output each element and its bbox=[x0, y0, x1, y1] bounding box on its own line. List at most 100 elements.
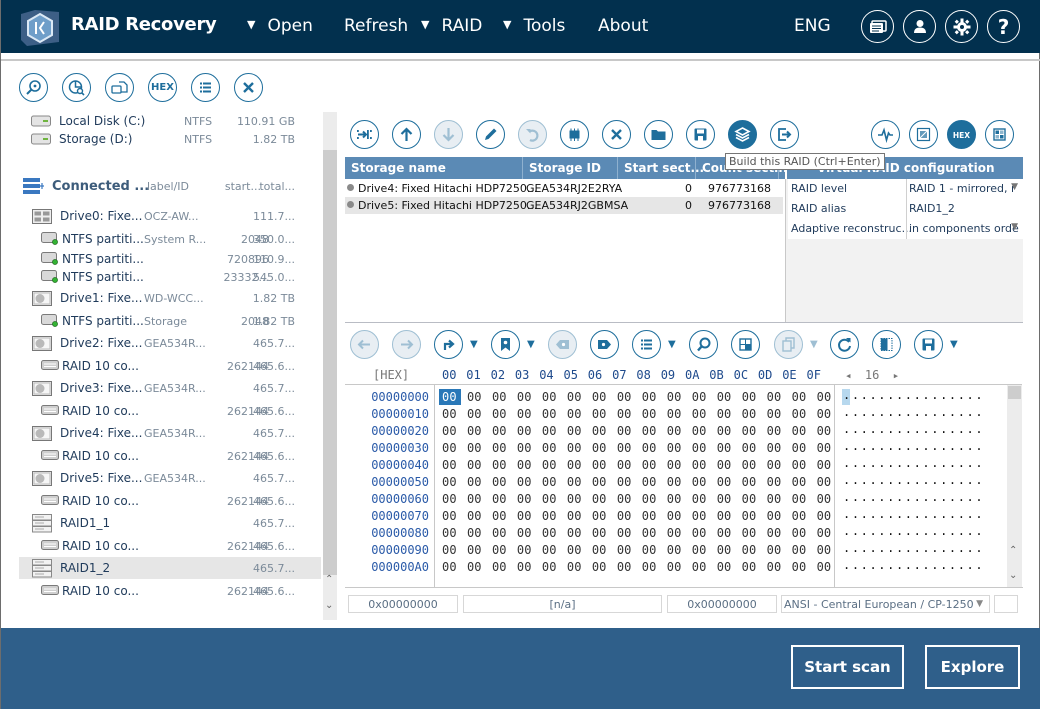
tree-item-parent[interactable]: Drive1: Fixe... WD-WCC... 1.82 TB bbox=[19, 287, 321, 309]
menu-refresh[interactable]: Refresh bbox=[344, 16, 408, 36]
copy-button[interactable] bbox=[774, 330, 803, 359]
tree-item-parent[interactable]: Drive0: Fixe... OCZ-AW... 111.7... bbox=[19, 205, 321, 227]
hex-row-ascii[interactable]: ................ bbox=[843, 473, 984, 487]
open-image-button[interactable] bbox=[105, 73, 134, 102]
dropdown-arrow-icon[interactable]: ▼ bbox=[470, 339, 478, 350]
scroll-down-arrow-icon[interactable]: ⌄ bbox=[325, 600, 333, 611]
hex-row-bytes[interactable]: 00 00 00 00 00 00 00 00 00 00 00 00 00 0… bbox=[442, 390, 831, 404]
dropdown-arrow-icon[interactable]: ▼ bbox=[668, 339, 676, 350]
hex-row-bytes[interactable]: 00 00 00 00 00 00 00 00 00 00 00 00 00 0… bbox=[442, 424, 831, 438]
goto-button[interactable] bbox=[434, 330, 463, 359]
tree-item-child[interactable]: RAID 10 co... 262144 465.6... bbox=[19, 445, 321, 467]
config-row-adaptive-reconstruction[interactable]: Adaptive reconstruc... in components ord… bbox=[788, 219, 1024, 239]
help-icon[interactable]: ? bbox=[987, 10, 1020, 43]
pager-next-icon[interactable]: ▸ bbox=[893, 369, 900, 382]
dropdown-arrow-icon[interactable]: ▼ bbox=[810, 339, 818, 350]
hex-row-bytes[interactable]: 00 00 00 00 00 00 00 00 00 00 00 00 00 0… bbox=[442, 407, 831, 421]
tree-item-parent[interactable]: Drive4: Fixe... GEA534R... 465.7... bbox=[19, 422, 321, 444]
menu-open[interactable]: ▼ Open bbox=[247, 16, 313, 36]
prev-bookmark-button[interactable] bbox=[548, 330, 577, 359]
explore-button[interactable]: Explore bbox=[925, 645, 1020, 689]
scroll-up-arrow-icon[interactable]: ⌃ bbox=[325, 574, 333, 585]
config-row-raid-alias[interactable]: RAID alias RAID1_2 bbox=[788, 199, 1024, 219]
value-field[interactable]: [n/a] bbox=[463, 595, 662, 613]
find-button[interactable] bbox=[689, 330, 718, 359]
adaptive-reconstruction-select[interactable]: in components orde bbox=[909, 222, 1019, 235]
list-button[interactable] bbox=[632, 330, 661, 359]
hex-view-button[interactable]: HEX bbox=[148, 73, 177, 102]
tree-item-parent[interactable]: Drive3: Fixe... GEA534R... 465.7... bbox=[19, 377, 321, 399]
tree-scrollbar-thumb[interactable] bbox=[323, 150, 337, 575]
refresh-button[interactable] bbox=[830, 330, 859, 359]
tree-item-child[interactable]: RAID 10 co... 262144 465.6... bbox=[19, 535, 321, 557]
hex-button[interactable]: HEX bbox=[947, 120, 976, 149]
pane-splitter[interactable] bbox=[345, 322, 1023, 323]
hex-row-ascii[interactable]: ................ bbox=[843, 405, 984, 419]
col-label-id[interactable]: label/ID bbox=[147, 180, 189, 193]
hex-row-ascii[interactable]: ................ bbox=[843, 541, 984, 555]
pager-prev-icon[interactable]: ◂ bbox=[845, 369, 852, 382]
hex-row-bytes[interactable]: 00 00 00 00 00 00 00 00 00 00 00 00 00 0… bbox=[442, 458, 831, 472]
hex-scrollbar[interactable]: ⌃ ⌄ bbox=[1007, 385, 1022, 587]
hex-row-bytes[interactable]: 00 00 00 00 00 00 00 00 00 00 00 00 00 0… bbox=[442, 475, 831, 489]
offset-field[interactable]: 0x00000000 bbox=[348, 595, 458, 613]
tree-item-child[interactable]: NTFS partiti... System R... 2048 350.0... bbox=[19, 228, 321, 250]
tree-scrollbar[interactable]: ⌃ ⌄ bbox=[323, 112, 337, 620]
hex-row-bytes[interactable]: 00 00 00 00 00 00 00 00 00 00 00 00 00 0… bbox=[442, 543, 831, 557]
tree-item-child[interactable]: RAID 10 co... 262144 465.6... bbox=[19, 580, 321, 602]
tree-item-child[interactable]: RAID 10 co... 262144 465.6... bbox=[19, 400, 321, 422]
signal-button[interactable] bbox=[871, 120, 900, 149]
undo-button[interactable] bbox=[518, 120, 547, 149]
hex-row-ascii[interactable]: ................ bbox=[843, 558, 984, 572]
raid-level-select[interactable]: RAID 1 - mirrored, r bbox=[909, 182, 1016, 195]
hex-row-ascii[interactable]: ................ bbox=[843, 490, 984, 504]
forward-button[interactable] bbox=[392, 330, 421, 359]
hex-row-ascii[interactable]: ................ bbox=[843, 456, 984, 470]
hex-row-bytes[interactable]: 00 00 00 00 00 00 00 00 00 00 00 00 00 0… bbox=[442, 526, 831, 540]
dropdown-arrow-icon[interactable]: ▼ bbox=[950, 339, 958, 350]
menu-raid[interactable]: ▼ RAID bbox=[421, 16, 482, 36]
storage-table-row[interactable]: Drive4: Fixed Hitachi HDP7250... GEA534R… bbox=[345, 180, 785, 197]
tree-item-child[interactable]: RAID 10 co... 262144 465.6... bbox=[19, 490, 321, 512]
map-button[interactable] bbox=[985, 120, 1014, 149]
raid-alias-input[interactable]: RAID1_2 bbox=[909, 202, 955, 215]
save-button[interactable] bbox=[914, 330, 943, 359]
build-raid-button[interactable] bbox=[728, 120, 757, 149]
back-button[interactable] bbox=[350, 330, 379, 359]
list-view-button[interactable] bbox=[191, 73, 220, 102]
move-up-button[interactable] bbox=[392, 120, 421, 149]
encoding-select[interactable]: ANSI - Central European / CP-1250 ▼ bbox=[781, 595, 990, 613]
user-icon[interactable] bbox=[903, 10, 936, 43]
add-component-button[interactable] bbox=[350, 120, 379, 149]
connected-storages-header[interactable]: Connected ... label/ID start... total... bbox=[19, 174, 321, 198]
col-start[interactable]: start... bbox=[225, 180, 261, 193]
tree-item-child[interactable]: NTFS partiti... Storage 2048 1.82 TB bbox=[19, 310, 321, 332]
language-selector[interactable]: ENG bbox=[794, 16, 831, 36]
col-start-sector[interactable]: Start sect... bbox=[624, 161, 704, 175]
storage-table-row-selected[interactable]: Drive5: Fixed Hitachi HDP7250... GEA534R… bbox=[345, 197, 783, 214]
extra-status-field[interactable] bbox=[994, 595, 1018, 613]
dropdown-arrow-icon[interactable]: ▼ bbox=[527, 339, 535, 350]
dropdown-arrow-icon[interactable]: ▼ bbox=[976, 599, 983, 609]
chip-button[interactable] bbox=[560, 120, 589, 149]
column-divider[interactable] bbox=[617, 157, 618, 179]
dropdown-arrow-icon[interactable]: ▼ bbox=[1011, 182, 1018, 192]
col-total[interactable]: total... bbox=[259, 180, 295, 193]
next-bookmark-button[interactable] bbox=[590, 330, 619, 359]
tree-item-child[interactable]: RAID 10 co... 262144 465.6... bbox=[19, 355, 321, 377]
tree-item-parent[interactable]: Drive5: Fixe... GEA534R... 465.7... bbox=[19, 467, 321, 489]
hex-row-ascii[interactable]: ................ bbox=[843, 388, 984, 402]
scroll-down-arrow-icon[interactable]: ⌄ bbox=[1009, 570, 1017, 581]
col-storage-id[interactable]: Storage ID bbox=[529, 161, 601, 175]
tree-item-parent[interactable]: Drive2: Fixe... GEA534R... 465.7... bbox=[19, 332, 321, 354]
tree-item-parent[interactable]: RAID1_2 465.7... bbox=[19, 557, 321, 579]
hex-row-bytes[interactable]: 00 00 00 00 00 00 00 00 00 00 00 00 00 0… bbox=[442, 441, 831, 455]
edit-button[interactable] bbox=[476, 120, 505, 149]
messages-icon[interactable] bbox=[861, 10, 894, 43]
open-folder-button[interactable] bbox=[644, 120, 673, 149]
remove-button[interactable] bbox=[602, 120, 631, 149]
hex-row-ascii[interactable]: ................ bbox=[843, 422, 984, 436]
menu-about[interactable]: About bbox=[598, 16, 648, 36]
column-divider[interactable] bbox=[695, 157, 696, 179]
tree-item-local-disk[interactable]: Local Disk (C:) NTFS 110.91 GB bbox=[19, 112, 321, 130]
